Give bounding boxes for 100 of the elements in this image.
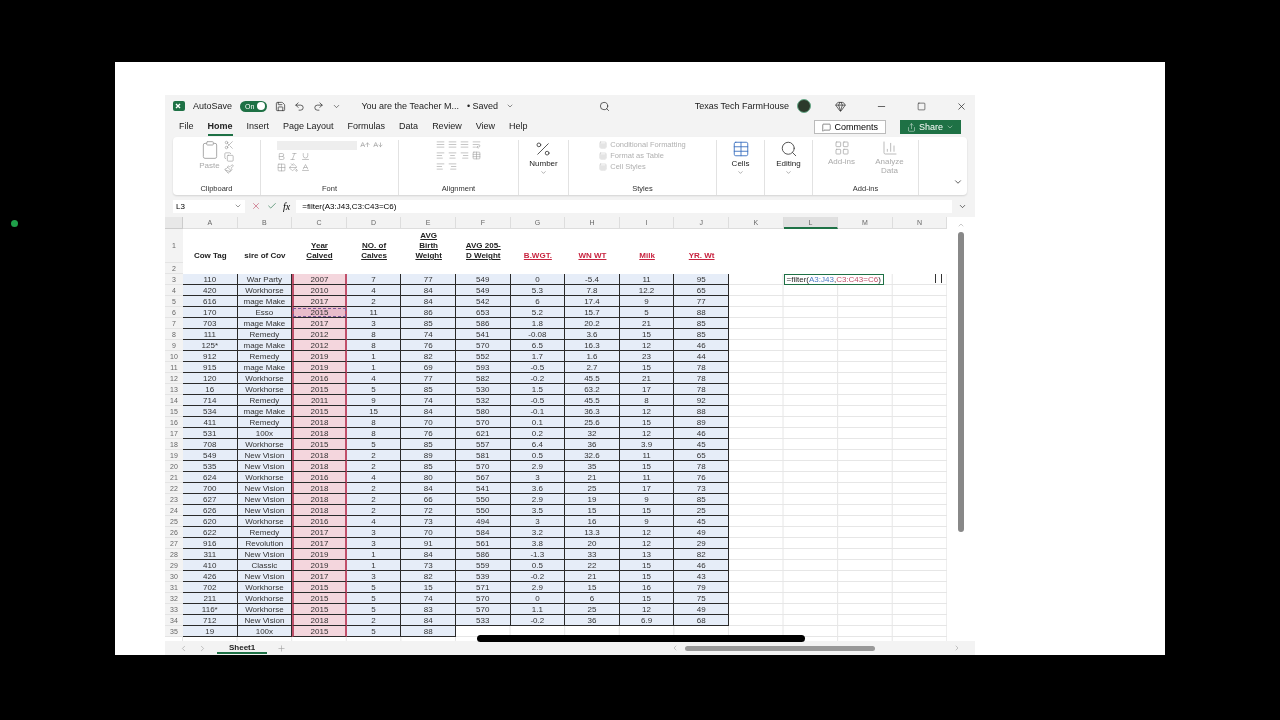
table-cell: 420 bbox=[183, 285, 238, 296]
copy-icon[interactable] bbox=[223, 152, 234, 162]
ribbon-tab[interactable]: Page Layout bbox=[283, 118, 334, 136]
formula-field[interactable]: =filter(A3:J43,C3:C43=C6) bbox=[296, 199, 952, 213]
table-cell: 22 bbox=[565, 560, 620, 571]
grid-icon bbox=[833, 140, 850, 156]
align-middle-icon[interactable] bbox=[448, 140, 457, 149]
table-cell: -1.3 bbox=[510, 549, 566, 560]
sheet-tab[interactable]: Sheet1 bbox=[217, 642, 268, 654]
collapse-ribbon-icon[interactable] bbox=[953, 177, 963, 187]
table-cell: 100x bbox=[237, 626, 293, 637]
share-button[interactable]: Share bbox=[899, 120, 961, 134]
table-cell: 74 bbox=[401, 395, 456, 406]
table-cell: 25.6 bbox=[565, 417, 620, 428]
previous-sheet-icon[interactable] bbox=[179, 643, 188, 653]
horizontal-scrollbar[interactable] bbox=[671, 644, 961, 652]
ribbon-tab[interactable]: Formulas bbox=[347, 118, 386, 136]
undo-icon[interactable] bbox=[294, 100, 306, 112]
table-cell: 586 bbox=[455, 549, 511, 560]
table-cell: 582 bbox=[455, 373, 511, 384]
table-cell: 549 bbox=[183, 450, 238, 461]
outdent-icon[interactable] bbox=[448, 162, 457, 171]
table-cell: 12 bbox=[619, 604, 675, 615]
grow-font-icon[interactable] bbox=[359, 140, 370, 150]
borders-icon[interactable] bbox=[276, 163, 286, 172]
enter-icon[interactable] bbox=[267, 201, 277, 211]
italic-icon[interactable] bbox=[288, 152, 298, 161]
maximize-icon[interactable] bbox=[917, 101, 926, 111]
search-icon[interactable] bbox=[598, 100, 610, 112]
table-cell: 85 bbox=[401, 384, 456, 395]
table-cell: 708 bbox=[183, 439, 238, 450]
select-all-corner[interactable] bbox=[165, 217, 183, 229]
wrap-text-icon[interactable] bbox=[472, 140, 481, 149]
editing-button[interactable]: Editing bbox=[776, 140, 801, 176]
table-cell: 912 bbox=[183, 351, 238, 362]
ribbon-tab[interactable]: Help bbox=[509, 118, 528, 136]
cells-button[interactable]: Cells bbox=[731, 140, 750, 176]
ribbon-tab[interactable]: Review bbox=[432, 118, 462, 136]
align-right-icon[interactable] bbox=[460, 151, 469, 160]
text-cursor-icon bbox=[935, 274, 942, 283]
table-cell: 7.8 bbox=[565, 285, 620, 296]
diamond-icon[interactable] bbox=[835, 100, 846, 112]
name-box[interactable]: L3 bbox=[173, 199, 245, 213]
chevron-icon[interactable] bbox=[506, 102, 515, 110]
table-cell: 1.5 bbox=[510, 384, 566, 395]
table-cell: 712 bbox=[183, 615, 238, 626]
align-left-icon[interactable] bbox=[436, 151, 445, 160]
account-name[interactable]: Texas Tech FarmHouse bbox=[694, 101, 789, 111]
table-cell: 19 bbox=[183, 626, 238, 637]
table-cell: 19 bbox=[565, 494, 620, 505]
ribbon-tab[interactable]: View bbox=[475, 118, 495, 136]
table-cell: 561 bbox=[455, 538, 511, 549]
align-top-icon[interactable] bbox=[436, 140, 445, 149]
editing-cell[interactable]: =filter(A3:J43,C3:C43=C6) bbox=[783, 274, 884, 285]
merge-icon[interactable] bbox=[472, 151, 481, 160]
format-painter-icon[interactable] bbox=[223, 164, 234, 174]
insert-function-button[interactable]: fx bbox=[283, 200, 291, 212]
font-color-icon[interactable] bbox=[300, 163, 310, 172]
align-center-icon[interactable] bbox=[448, 151, 457, 160]
add-sheet-icon[interactable] bbox=[277, 643, 287, 653]
table-cell: 584 bbox=[455, 527, 511, 538]
table-cell: 125* bbox=[183, 340, 238, 351]
shrink-font-icon[interactable] bbox=[372, 140, 383, 150]
ribbon-tab[interactable]: File bbox=[179, 118, 194, 136]
table-cell: 12 bbox=[619, 406, 675, 417]
close-icon[interactable] bbox=[956, 100, 967, 112]
ribbon-tab[interactable]: Insert bbox=[246, 118, 270, 136]
bold-icon[interactable] bbox=[276, 152, 286, 161]
ribbon-tab[interactable]: Data bbox=[399, 118, 419, 136]
save-status[interactable]: • Saved bbox=[466, 101, 499, 111]
underline-icon[interactable] bbox=[300, 152, 310, 161]
next-sheet-icon[interactable] bbox=[198, 643, 207, 653]
table-cell: 46 bbox=[674, 428, 729, 439]
table-cell: 5 bbox=[346, 626, 402, 637]
table-cell: 621 bbox=[455, 428, 511, 439]
indent-icon[interactable] bbox=[436, 162, 445, 171]
table-cell: 78 bbox=[674, 384, 729, 395]
table-cell: 8 bbox=[346, 329, 402, 340]
cancel-icon[interactable] bbox=[251, 201, 261, 211]
fill-color-icon[interactable] bbox=[288, 163, 298, 172]
comment-icon bbox=[822, 122, 832, 132]
align-bottom-icon[interactable] bbox=[460, 140, 469, 149]
save-icon[interactable] bbox=[275, 100, 287, 112]
comments-button[interactable]: Comments bbox=[814, 120, 886, 134]
table-cell: 76 bbox=[674, 472, 729, 483]
table-cell: 66 bbox=[401, 494, 456, 505]
table-cell: 570 bbox=[455, 340, 511, 351]
table-cell: 541 bbox=[455, 483, 511, 494]
avatar[interactable] bbox=[797, 99, 811, 113]
number-button[interactable]: Number bbox=[529, 140, 558, 176]
redo-icon[interactable] bbox=[313, 100, 325, 112]
table-cell: 624 bbox=[183, 472, 238, 483]
table-cell: 76 bbox=[401, 428, 456, 439]
table-cell: 95 bbox=[674, 274, 729, 285]
table-cell: 3.9 bbox=[619, 439, 675, 450]
table-cell: 700 bbox=[183, 483, 238, 494]
cut-icon[interactable] bbox=[223, 140, 234, 150]
table-cell: 3.6 bbox=[565, 329, 620, 340]
table-cell: 15 bbox=[619, 461, 675, 472]
table-cell: 702 bbox=[183, 582, 238, 593]
